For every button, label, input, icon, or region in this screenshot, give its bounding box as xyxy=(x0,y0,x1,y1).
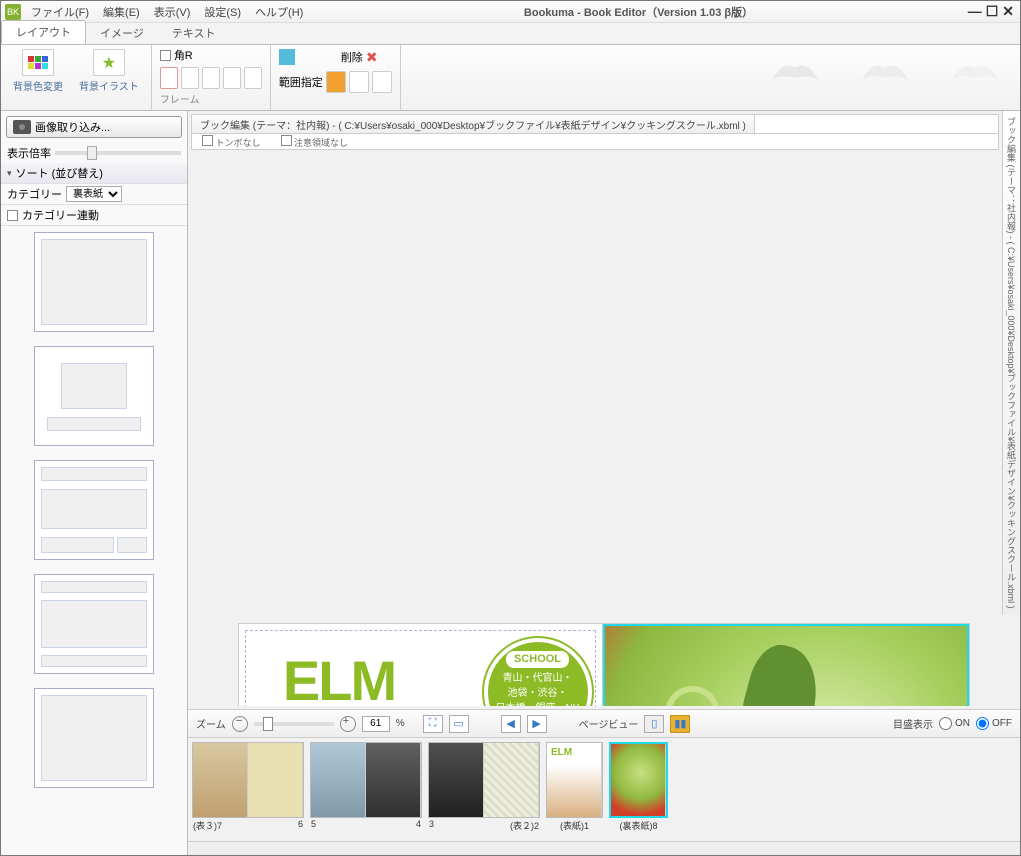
delete-label: 削除 xyxy=(341,49,363,65)
image-import-button[interactable]: 画像取り込み... xyxy=(6,116,182,138)
document-tab-bar: ブック編集 (テーマ：社内報) - ( C:¥Users¥osaki_000¥D… xyxy=(191,114,999,134)
frame-opt-4[interactable] xyxy=(223,67,241,89)
strip-item[interactable]: (表３)76 xyxy=(192,742,304,832)
ribbon-tabs: レイアウト イメージ テキスト xyxy=(1,23,1020,45)
strip-item[interactable]: 3(表２)2 xyxy=(428,742,540,832)
select-tool-icon[interactable] xyxy=(279,49,295,65)
fit-width-button[interactable]: ⛶ xyxy=(423,715,443,733)
ribbon: 背景色変更 ★ 背景イラスト 角R フレーム 削除 ✖ 範囲指定 xyxy=(1,45,1020,111)
range-opt-1[interactable] xyxy=(326,71,346,93)
strip-item[interactable]: (裏表紙)8 xyxy=(609,742,668,832)
app-icon: BK xyxy=(5,4,21,20)
decorative-books xyxy=(770,50,1000,86)
template-list[interactable] xyxy=(1,226,187,855)
template-thumb[interactable] xyxy=(34,688,154,788)
window-title: Bookuma - Book Editor（Version 1.03 β版） xyxy=(309,4,967,20)
tombo-check[interactable]: トンボなし xyxy=(202,135,261,149)
tab-image[interactable]: イメージ xyxy=(86,22,158,44)
caution-check[interactable]: 注意領域なし xyxy=(281,135,349,149)
sort-header[interactable]: ▾ ソート (並び替え) xyxy=(1,163,187,184)
template-thumb[interactable] xyxy=(34,232,154,332)
close-button[interactable]: ✕ xyxy=(1002,3,1014,20)
page-strip[interactable]: (表３)76 54 3(表２)2 ELM (表紙)1 (裏表紙)8 xyxy=(188,737,1020,841)
menu-view[interactable]: 表示(V) xyxy=(148,2,197,22)
zoom-in-icon[interactable] xyxy=(340,716,356,732)
left-panel: 画像取り込み... 表示倍率 ▾ ソート (並び替え) カテゴリー 裏表紙 カテ… xyxy=(1,111,188,855)
menu-file[interactable]: ファイル(F) xyxy=(25,2,95,22)
zoom-label: ズーム xyxy=(196,716,226,731)
frame-caption: フレーム xyxy=(160,91,200,106)
frame-opt-5[interactable] xyxy=(244,67,262,89)
menu-settings[interactable]: 設定(S) xyxy=(198,2,247,22)
zoom-slider[interactable] xyxy=(254,722,334,726)
frame-opt-1[interactable] xyxy=(160,67,178,89)
display-ratio-label: 表示倍率 xyxy=(7,145,51,161)
strip-item[interactable]: ELM (表紙)1 xyxy=(546,742,603,832)
category-link-checkbox[interactable] xyxy=(7,210,18,221)
elm-logo-block[interactable]: ELM COOKING SCHOOL xyxy=(249,634,429,706)
next-page-button[interactable]: ▶ xyxy=(527,715,547,733)
category-link-label: カテゴリー連動 xyxy=(22,207,99,223)
tab-layout[interactable]: レイアウト xyxy=(1,20,86,44)
document-tab[interactable]: ブック編集 (テーマ：社内報) - ( C:¥Users¥osaki_000¥D… xyxy=(192,115,755,133)
bottom-toolbar: ズーム % ⛶ ▭ ◀ ▶ ページビュー ▯ ▮▮ 目盛表示 ON OFF xyxy=(188,709,1020,737)
menu-bar: ファイル(F) 編集(E) 表示(V) 設定(S) ヘルプ(H) xyxy=(25,2,309,22)
palette-icon xyxy=(22,49,54,76)
star-doc-icon: ★ xyxy=(93,49,125,76)
camera-icon xyxy=(13,120,31,134)
category-label: カテゴリー xyxy=(7,186,62,202)
maximize-button[interactable]: ☐ xyxy=(986,3,999,20)
zoom-out-icon[interactable] xyxy=(232,716,248,732)
pageview-single-icon[interactable]: ▯ xyxy=(644,715,664,733)
template-thumb[interactable] xyxy=(34,346,154,446)
category-select[interactable]: 裏表紙 xyxy=(66,186,122,202)
tab-text[interactable]: テキスト xyxy=(158,22,230,44)
scale-on-radio[interactable]: ON xyxy=(939,717,970,730)
menu-help[interactable]: ヘルプ(H) xyxy=(249,2,309,22)
frame-opt-2[interactable] xyxy=(181,67,199,89)
delete-icon[interactable]: ✖ xyxy=(366,49,378,66)
strip-item[interactable]: 54 xyxy=(310,742,422,829)
right-page-selected[interactable]: [編集後記 山田] 今月の社内報いかがでしたか。エルム社長の今期経営方針を私も読… xyxy=(603,624,970,706)
vertical-doc-tab[interactable]: ブック編集 (テーマ：社内報) - ( C:¥Users¥osaki_000¥D… xyxy=(1002,111,1020,615)
template-thumb[interactable] xyxy=(34,574,154,674)
page-spread: ELM COOKING SCHOOL SCHOOL 青山・代官山・ 池袋・渋谷・… xyxy=(239,624,969,706)
editor-area: ブック編集 (テーマ：社内報) - ( C:¥Users¥osaki_000¥D… xyxy=(188,111,1020,855)
bg-color-button[interactable]: 背景色変更 xyxy=(9,47,67,95)
scale-off-radio[interactable]: OFF xyxy=(976,717,1012,730)
pageview-spread-icon[interactable]: ▮▮ xyxy=(670,715,690,733)
range-opt-3[interactable] xyxy=(372,71,392,93)
left-page[interactable]: ELM COOKING SCHOOL SCHOOL 青山・代官山・ 池袋・渋谷・… xyxy=(239,624,602,706)
minimize-button[interactable]: — xyxy=(968,3,982,20)
horizontal-scrollbar[interactable] xyxy=(188,841,1020,855)
template-thumb[interactable] xyxy=(34,460,154,560)
pageview-label: ページビュー xyxy=(579,716,639,731)
menu-edit[interactable]: 編集(E) xyxy=(97,2,146,22)
range-label: 範囲指定 xyxy=(279,74,323,90)
prev-page-button[interactable]: ◀ xyxy=(501,715,521,733)
fit-page-button[interactable]: ▭ xyxy=(449,715,469,733)
titlebar: BK ファイル(F) 編集(E) 表示(V) 設定(S) ヘルプ(H) Book… xyxy=(1,1,1020,23)
chevron-down-icon: ▾ xyxy=(7,168,12,179)
zoom-input[interactable] xyxy=(362,716,390,732)
display-ratio-slider[interactable] xyxy=(55,151,181,155)
range-opt-2[interactable] xyxy=(349,71,369,93)
bg-illust-button[interactable]: ★ 背景イラスト xyxy=(75,47,143,95)
corner-r-checkbox[interactable] xyxy=(160,50,171,61)
canvas[interactable]: ELM COOKING SCHOOL SCHOOL 青山・代官山・ 池袋・渋谷・… xyxy=(191,618,1017,706)
frame-opt-3[interactable] xyxy=(202,67,220,89)
scale-label: 目盛表示 xyxy=(893,716,933,731)
